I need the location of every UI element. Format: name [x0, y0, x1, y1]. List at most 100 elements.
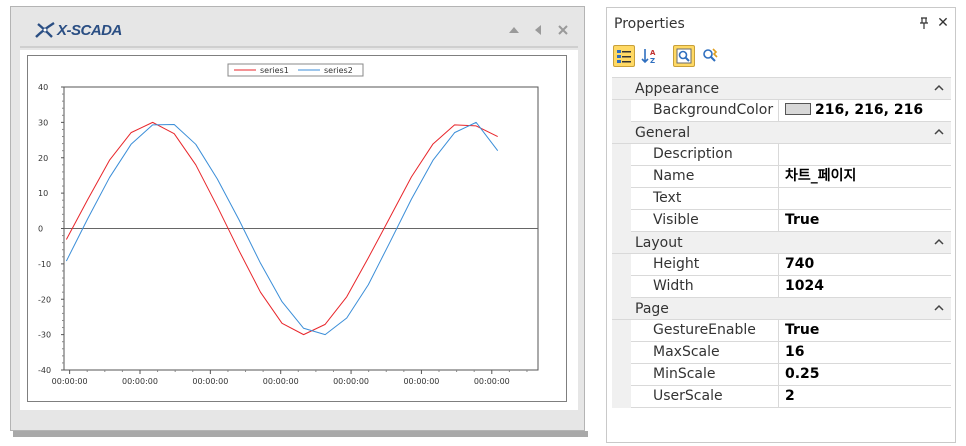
- row-gutter: [612, 342, 631, 364]
- x-scada-logo: X-SCADA: [34, 20, 122, 40]
- close-panel-button[interactable]: [555, 22, 571, 38]
- property-value[interactable]: 216, 216, 216: [780, 100, 951, 122]
- chevron-up-icon[interactable]: [933, 82, 945, 94]
- y-tick-label: 10: [38, 189, 48, 198]
- category-general[interactable]: General: [612, 122, 951, 144]
- property-value-text: 1024: [785, 278, 824, 294]
- property-value[interactable]: 1024: [780, 276, 951, 298]
- x-logo-icon: [35, 21, 55, 38]
- property-row-gestureenable[interactable]: GestureEnable True: [612, 320, 951, 342]
- row-gutter: [612, 386, 631, 408]
- close-properties-icon[interactable]: ✕: [936, 16, 950, 30]
- property-row-name[interactable]: Name 차트_페이지: [612, 166, 951, 188]
- properties-panel: Properties ✕ A Z Appearance BackgroundCo…: [606, 7, 956, 443]
- property-row-height[interactable]: Height 740: [612, 254, 951, 276]
- property-value[interactable]: 740: [780, 254, 951, 276]
- property-row-minscale[interactable]: MinScale 0.25: [612, 364, 951, 386]
- properties-toolbar: A Z: [607, 39, 955, 73]
- category-label: Appearance: [635, 81, 720, 97]
- chevron-up-icon[interactable]: [933, 236, 945, 248]
- scroll-up-button[interactable]: [506, 22, 522, 38]
- events-icon: [703, 48, 718, 62]
- line-chart[interactable]: 40 30 20 10 0 -10 -20 -30 -40 00:00:00 00:00:00 00:…: [27, 55, 567, 402]
- property-value[interactable]: 2: [780, 386, 951, 408]
- property-value-text: 2: [785, 388, 795, 404]
- property-row-visible[interactable]: Visible True: [612, 210, 951, 232]
- property-value[interactable]: 0.25: [780, 364, 951, 386]
- category-label: Layout: [635, 235, 683, 251]
- property-value[interactable]: [780, 188, 951, 210]
- y-tick-label: -40: [38, 366, 51, 375]
- svg-text:A: A: [650, 49, 656, 57]
- property-row-backgroundcolor[interactable]: BackgroundColor 216, 216, 216: [612, 100, 951, 122]
- row-gutter: [612, 188, 631, 210]
- property-row-maxscale[interactable]: MaxScale 16: [612, 342, 951, 364]
- categorized-button[interactable]: [613, 45, 635, 67]
- property-name: Name: [631, 166, 779, 188]
- up-arrow-icon: [509, 27, 519, 33]
- chart-svg: 403020100-10-20-30-4000:00:00 00:00:00 00:…: [38, 63, 539, 386]
- y-tick-label: -10: [38, 260, 51, 269]
- property-value[interactable]: True: [780, 320, 951, 342]
- category-label: Page: [635, 301, 669, 317]
- property-value[interactable]: True: [780, 210, 951, 232]
- scroll-left-button[interactable]: [530, 22, 546, 38]
- category-page[interactable]: Page: [612, 298, 951, 320]
- chevron-up-icon[interactable]: [933, 302, 945, 314]
- property-name: Height: [631, 254, 779, 276]
- property-row-description[interactable]: Description: [612, 144, 951, 166]
- property-name: Description: [631, 144, 779, 166]
- alphabetical-button[interactable]: A Z: [639, 45, 661, 67]
- property-value-text: 216, 216, 216: [815, 102, 924, 118]
- property-name: Text: [631, 188, 779, 210]
- property-value[interactable]: 16: [780, 342, 951, 364]
- x-tick-label: 00:00:00: [333, 377, 369, 386]
- row-gutter: [612, 166, 631, 188]
- category-appearance[interactable]: Appearance: [612, 78, 951, 100]
- property-value-text: 0.25: [785, 366, 820, 382]
- row-gutter: [612, 320, 631, 342]
- property-grid: Appearance BackgroundColor 216, 216, 216 Ge…: [612, 77, 951, 408]
- events-button[interactable]: [699, 45, 721, 67]
- logo-text: X-SCADA: [57, 21, 122, 39]
- property-name: BackgroundColor: [631, 100, 779, 122]
- chart-page: 40 30 20 10 0 -10 -20 -30 -40 00:00:00 00:00:00 00:…: [20, 50, 578, 410]
- property-value[interactable]: [780, 144, 951, 166]
- scada-view: X-SCADA 40 30 20 10 0 -10 -20 -30 -40 00:00:00 00:…: [0, 0, 598, 446]
- property-value[interactable]: 차트_페이지: [780, 166, 951, 188]
- close-icon: [558, 25, 568, 35]
- category-layout[interactable]: Layout: [612, 232, 951, 254]
- properties-title: Properties: [614, 16, 685, 32]
- alphabetical-icon: A Z: [641, 49, 656, 65]
- property-row-userscale[interactable]: UserScale 2: [612, 386, 951, 408]
- x-tick-label: 00:00:00: [52, 377, 88, 386]
- properties-title-bar: Properties ✕: [607, 8, 955, 39]
- y-tick-label: 0: [38, 225, 43, 234]
- property-name: GestureEnable: [631, 320, 779, 342]
- x-tick-label: 00:00:00: [122, 377, 158, 386]
- property-value-text: 차트_페이지: [785, 168, 857, 184]
- pin-icon[interactable]: [917, 16, 931, 30]
- property-name: Visible: [631, 210, 779, 232]
- properties-icon: [676, 48, 692, 64]
- left-arrow-icon: [535, 25, 541, 35]
- x-tick-label: 00:00:00: [192, 377, 228, 386]
- x-tick-label: 00:00:00: [474, 377, 510, 386]
- properties-view-button[interactable]: [673, 45, 695, 67]
- property-value-text: 740: [785, 256, 815, 272]
- property-value-text: True: [785, 322, 820, 338]
- y-tick-label: -20: [38, 295, 51, 304]
- property-name: MinScale: [631, 364, 779, 386]
- property-row-text[interactable]: Text: [612, 188, 951, 210]
- panel-header: X-SCADA: [20, 12, 578, 48]
- svg-text:Z: Z: [650, 57, 655, 65]
- row-gutter: [612, 144, 631, 166]
- property-name: Width: [631, 276, 779, 298]
- panel-shadow: [13, 431, 588, 437]
- x-tick-label: 00:00:00: [403, 377, 439, 386]
- row-gutter: [612, 364, 631, 386]
- chevron-up-icon[interactable]: [933, 126, 945, 138]
- property-row-width[interactable]: Width 1024: [612, 276, 951, 298]
- y-tick-label: 20: [38, 154, 48, 163]
- color-swatch: [785, 103, 811, 115]
